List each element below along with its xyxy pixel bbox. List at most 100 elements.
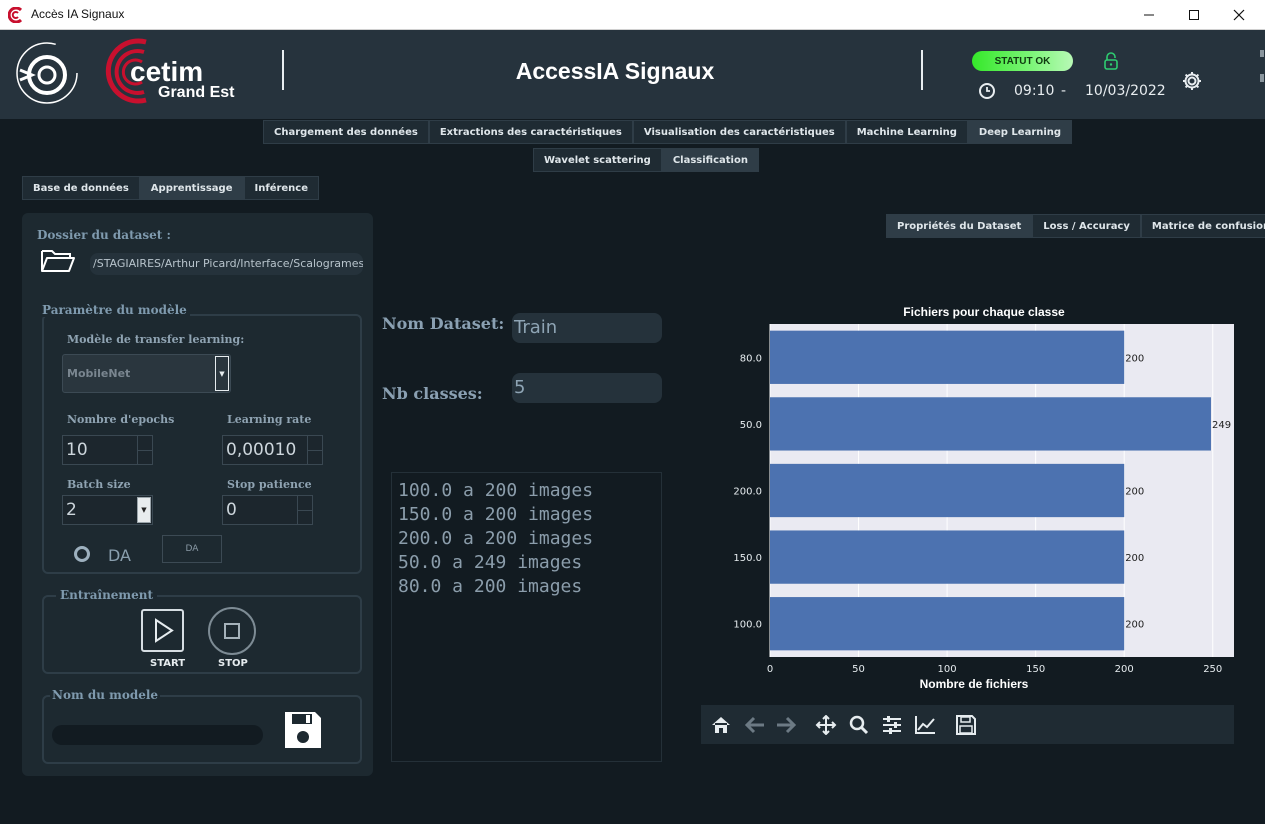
maximize-button[interactable] [1179, 4, 1209, 26]
tab-inference[interactable]: Inférence [243, 176, 320, 200]
da-button[interactable]: DA [162, 535, 222, 563]
dataset-name-field: Train [512, 313, 662, 343]
minimize-button[interactable] [1134, 4, 1164, 26]
bar [770, 397, 1211, 451]
data-label: 200 [1125, 553, 1144, 564]
minimize-icon [1144, 14, 1154, 16]
class-info-line: 200.0 a 200 images [398, 528, 594, 549]
cetim-logo: cetim Grand Est [100, 38, 250, 104]
chart-tabbar: Propriétés du Dataset Loss / Accuracy Ma… [886, 214, 1265, 238]
x-axis-label: Nombre de fichiers [920, 677, 1029, 691]
tab-loss-accuracy[interactable]: Loss / Accuracy [1032, 214, 1141, 238]
close-icon [1233, 9, 1245, 21]
bar [770, 597, 1125, 651]
section-tabbar: Base de données Apprentissage Inférence [22, 176, 320, 200]
date-display: 10/03/2022 [1085, 83, 1166, 99]
transfer-model-value: MobileNet [67, 367, 131, 380]
model-name-input[interactable] [52, 725, 263, 745]
data-label: 249 [1212, 420, 1231, 431]
epochs-stepper-buttons[interactable] [137, 436, 152, 464]
da-radio[interactable] [74, 546, 90, 562]
quatrium-logo [16, 42, 78, 104]
chevron-down-icon[interactable]: ▼ [215, 356, 229, 391]
y-tick-label: 100.0 [733, 620, 762, 631]
tab-apprentissage[interactable]: Apprentissage [139, 176, 244, 200]
page-title: AccessIA Signaux [515, 58, 715, 84]
tab-chargement[interactable]: Chargement des données [263, 120, 429, 144]
y-tick-label: 200.0 [733, 487, 762, 498]
x-tick-label: 100 [938, 664, 957, 675]
nb-classes-field: 5 [512, 373, 662, 403]
start-button[interactable] [141, 609, 184, 652]
transfer-model-label: Modèle de transfer learning: [67, 333, 245, 346]
learning-rate-label: Learning rate [227, 413, 312, 426]
class-count-bar-chart: 200 80.0 249 50.0 200 200.0 200 150.0 200 100.0 0 5… [733, 305, 1234, 691]
dataset-path-field[interactable]: /STAGIAIRES/Arthur Picard/Interface/Scal… [90, 253, 363, 275]
epochs-stepper[interactable]: 10 [62, 435, 153, 465]
app-header: cetim Grand Est AccessIA Signaux STATUT … [0, 30, 1265, 119]
bar [770, 463, 1125, 518]
class-info-line: 150.0 a 200 images [398, 504, 594, 525]
class-info-box: 100.0 a 200 images 150.0 a 200 images 20… [391, 472, 662, 762]
stop-icon [224, 623, 240, 639]
maximize-icon [1189, 10, 1199, 20]
gear-icon[interactable] [1181, 70, 1203, 92]
tab-extractions[interactable]: Extractions des caractéristiques [428, 120, 633, 144]
window-titlebar: Accès IA Signaux [0, 0, 1265, 30]
tab-wavelet-scattering[interactable]: Wavelet scattering [533, 148, 662, 172]
model-name-label: Nom du modele [50, 688, 161, 702]
epochs-label: Nombre d'epochs [67, 413, 175, 426]
stop-patience-stepper-buttons[interactable] [297, 496, 312, 524]
window-edge-marks [1260, 50, 1264, 82]
da-label: DA [108, 546, 131, 565]
tab-visualisation[interactable]: Visualisation des caractéristiques [632, 120, 846, 144]
stop-label: STOP [218, 658, 248, 669]
window-title: Accès IA Signaux [31, 7, 125, 21]
pan-icon[interactable] [815, 715, 837, 735]
batch-size-select[interactable]: 2 ▼ [62, 495, 153, 525]
bar [770, 330, 1125, 384]
home-icon[interactable] [710, 715, 732, 735]
zoom-icon[interactable] [848, 715, 870, 735]
learning-rate-stepper[interactable]: 0,00010 [222, 435, 323, 465]
tab-classification[interactable]: Classification [661, 148, 759, 172]
header-divider-left [282, 50, 284, 90]
chevron-down-icon[interactable]: ▼ [137, 497, 151, 523]
learning-rate-stepper-buttons[interactable] [307, 436, 322, 464]
stop-patience-stepper[interactable]: 0 [222, 495, 313, 525]
edit-axes-icon[interactable] [914, 715, 936, 735]
play-icon [155, 618, 174, 643]
model-params-label: Paramètre du modèle [42, 303, 190, 317]
logo-text-grand-est: Grand Est [158, 84, 235, 101]
class-info-line: 80.0 a 200 images [398, 576, 583, 597]
sub-tabbar: Wavelet scattering Classification [533, 148, 759, 172]
configure-subplots-icon[interactable] [881, 715, 903, 735]
main-tabbar: Chargement des données Extractions des c… [263, 120, 1073, 144]
tab-proprietes-dataset[interactable]: Propriétés du Dataset [886, 214, 1033, 238]
save-figure-icon[interactable] [955, 715, 977, 735]
back-icon[interactable] [744, 715, 766, 735]
close-button[interactable] [1224, 4, 1254, 26]
x-tick-label: 0 [767, 664, 773, 675]
stop-button[interactable] [208, 607, 256, 655]
plot-toolbar [701, 705, 1234, 744]
tab-base-de-donnees[interactable]: Base de données [22, 176, 140, 200]
unlock-icon[interactable] [1103, 52, 1119, 70]
data-label: 200 [1125, 487, 1144, 498]
app-logo-icon [8, 7, 23, 23]
clock-icon [979, 83, 995, 99]
transfer-model-select[interactable]: MobileNet ▼ [62, 354, 231, 393]
tab-machine-learning[interactable]: Machine Learning [845, 120, 968, 144]
x-tick-label: 50 [852, 664, 865, 675]
dataset-name-label: Nom Dataset: [382, 314, 505, 333]
start-label: START [150, 658, 186, 669]
y-tick-label: 80.0 [740, 353, 762, 364]
tab-matrice-confusion[interactable]: Matrice de confusion [1140, 214, 1265, 238]
time-display: 09:10 [1014, 83, 1055, 99]
save-icon[interactable] [283, 710, 323, 750]
folder-icon[interactable] [40, 247, 76, 273]
bar [770, 530, 1125, 584]
y-tick-label: 50.0 [740, 420, 762, 431]
forward-icon[interactable] [775, 715, 797, 735]
tab-deep-learning[interactable]: Deep Learning [967, 120, 1073, 144]
